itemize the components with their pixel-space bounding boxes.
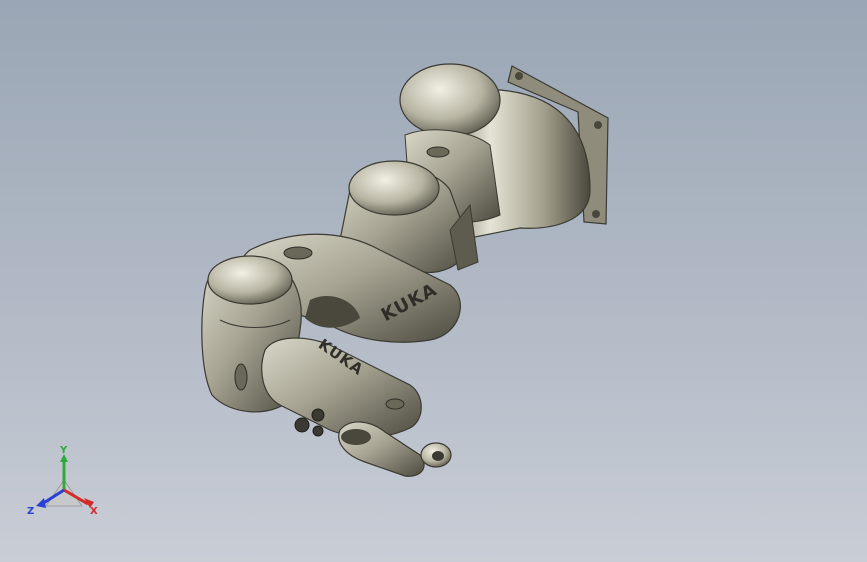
forearm: KUKA [261, 335, 422, 438]
y-axis-label: Y [59, 446, 68, 456]
z-axis-label: Z [27, 506, 34, 517]
coordinate-triad: Y X Z [24, 445, 108, 526]
z-axis-arrow [36, 498, 46, 508]
graphics-viewport[interactable]: KUKA KUKA Y X Z [0, 0, 867, 562]
x-axis-label: X [90, 506, 98, 517]
robot-arm-model[interactable]: KUKA KUKA [0, 0, 867, 562]
